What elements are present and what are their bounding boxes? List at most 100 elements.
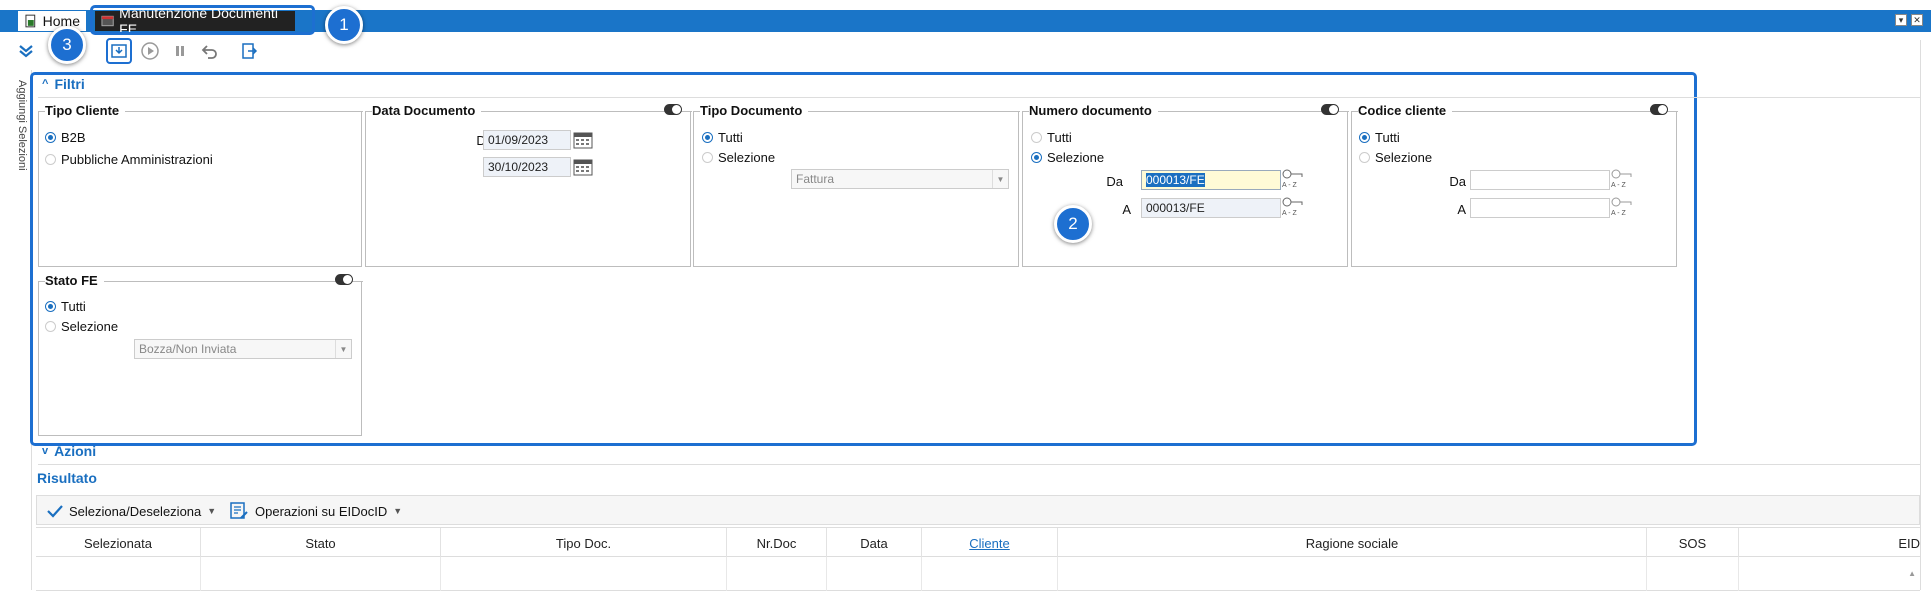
column-header-tipo-doc[interactable]: Tipo Doc. xyxy=(441,528,727,558)
az-lookup-icon[interactable]: A - Z xyxy=(1282,196,1304,218)
side-label-aggiungi-selezioni[interactable]: Aggiungi Selezioni xyxy=(12,80,28,171)
scroll-up-icon[interactable]: ▲ xyxy=(1908,569,1916,578)
operazioni-label: Operazioni su EIDocID xyxy=(255,503,388,519)
az-label: A - Z xyxy=(1282,210,1297,217)
az-lookup-icon[interactable]: A - Z xyxy=(1611,168,1633,190)
close-icon[interactable]: ✕ xyxy=(1911,14,1923,26)
az-label: A - Z xyxy=(1611,182,1626,189)
toggle-switch[interactable] xyxy=(664,104,682,115)
radio-selezione[interactable]: Selezione xyxy=(1359,150,1432,165)
radio-label: Selezione xyxy=(1047,150,1105,165)
tipo-documento-combo[interactable]: Fattura ▼ xyxy=(791,169,1009,189)
fieldset-numero-documento: Numero documento Tutti Selezione Da 0000… xyxy=(1022,103,1349,267)
radio-tutti[interactable]: Tutti xyxy=(45,299,86,314)
az-lookup-icon[interactable]: A - Z xyxy=(1282,168,1304,190)
column-header-ragione-sociale[interactable]: Ragione sociale xyxy=(1058,528,1647,558)
radio-tutti[interactable]: Tutti xyxy=(702,130,743,145)
table-cell xyxy=(441,557,727,591)
expand-chevrons-icon[interactable] xyxy=(15,40,37,62)
column-header-data[interactable]: Data xyxy=(827,528,922,558)
radio-tutti[interactable]: Tutti xyxy=(1359,130,1400,145)
radio-button[interactable] xyxy=(1031,152,1042,163)
calendar-icon[interactable] xyxy=(573,158,593,176)
filtri-header[interactable]: ^ Filtri xyxy=(42,76,85,92)
radio-label: B2B xyxy=(61,130,86,145)
column-header-sos[interactable]: SOS xyxy=(1647,528,1739,558)
radio-label: Selezione xyxy=(61,319,119,334)
stato-fe-combo[interactable]: Bozza/Non Inviata ▼ xyxy=(134,339,352,359)
radio-button[interactable] xyxy=(1359,152,1370,163)
chevron-down-icon[interactable]: ▼ xyxy=(207,506,216,516)
codice-da-input[interactable] xyxy=(1470,170,1610,190)
chevron-down-icon: v xyxy=(42,445,49,457)
toggle-switch[interactable] xyxy=(1650,104,1668,115)
chevron-down-icon[interactable]: ▼ xyxy=(393,506,402,516)
radio-tutti[interactable]: Tutti xyxy=(1031,130,1072,145)
risultato-header: Risultato xyxy=(37,470,97,486)
results-grid-body: ▲ xyxy=(36,557,1920,591)
minimize-icon[interactable]: ▾ xyxy=(1895,14,1907,26)
radio-pubbliche-amministrazioni[interactable]: Pubbliche Amministrazioni xyxy=(45,152,213,167)
da-label: Da xyxy=(1449,174,1466,189)
numero-da-input[interactable]: 000013/FE xyxy=(1141,170,1281,190)
table-cell xyxy=(922,557,1058,591)
radio-button[interactable] xyxy=(45,301,56,312)
callout-3: 3 xyxy=(48,26,86,64)
operazioni-eidocid-button[interactable]: Operazioni su EIDocID ▼ xyxy=(229,501,402,521)
table-cell xyxy=(201,557,441,591)
toggle-switch[interactable] xyxy=(335,274,353,285)
radio-selezione[interactable]: Selezione xyxy=(1031,150,1104,165)
selected-text: 000013/FE xyxy=(1146,173,1205,187)
radio-button[interactable] xyxy=(1031,132,1042,143)
play-icon[interactable] xyxy=(139,40,161,62)
radio-label: Tutti xyxy=(1047,130,1072,145)
numero-a-input[interactable]: 000013/FE xyxy=(1141,198,1281,218)
fieldset-codice-cliente: Codice cliente Tutti Selezione Da A - Z … xyxy=(1351,103,1678,267)
toggle-switch[interactable] xyxy=(1321,104,1339,115)
column-header-stato[interactable]: Stato xyxy=(201,528,441,558)
radio-label: Tutti xyxy=(718,130,743,145)
az-label: A - Z xyxy=(1611,210,1626,217)
column-header-cliente[interactable]: Cliente xyxy=(922,528,1058,558)
calendar-icon[interactable] xyxy=(573,131,593,149)
radio-button[interactable] xyxy=(702,132,713,143)
radio-label: Selezione xyxy=(1375,150,1433,165)
data-da-input[interactable]: 01/09/2023 xyxy=(483,130,571,150)
main-toolbar xyxy=(0,34,1931,68)
a-label: A xyxy=(1122,202,1131,217)
table-cell xyxy=(827,557,922,591)
radio-button[interactable] xyxy=(45,154,56,165)
radio-b2b[interactable]: B2B xyxy=(45,130,86,145)
radio-selezione[interactable]: Selezione xyxy=(45,319,118,334)
download-icon[interactable] xyxy=(106,38,132,64)
column-header-nr-doc[interactable]: Nr.Doc xyxy=(727,528,827,558)
table-cell xyxy=(1058,557,1647,591)
radio-label: Pubbliche Amministrazioni xyxy=(61,152,213,167)
divider xyxy=(38,464,1921,465)
column-header-eid[interactable]: EID xyxy=(1739,528,1920,558)
data-a-input[interactable]: 30/10/2023 xyxy=(483,157,571,177)
chevron-down-icon[interactable]: ▼ xyxy=(335,340,351,358)
radio-button[interactable] xyxy=(45,132,56,143)
codice-a-input[interactable] xyxy=(1470,198,1610,218)
results-toolbar: Seleziona/Deseleziona ▼ Operazioni su EI… xyxy=(36,495,1920,525)
edit-list-icon xyxy=(230,502,248,519)
chevron-up-icon: ^ xyxy=(42,78,49,90)
fieldset-stato-fe: Stato FE Tutti Selezione Bozza/Non Invia… xyxy=(38,273,363,436)
a-label: A xyxy=(1457,202,1466,217)
radio-selezione[interactable]: Selezione xyxy=(702,150,775,165)
table-cell xyxy=(36,557,201,591)
azioni-header[interactable]: v Azioni xyxy=(42,443,96,459)
undo-icon[interactable] xyxy=(199,40,221,62)
radio-button[interactable] xyxy=(1359,132,1370,143)
home-doc-icon xyxy=(25,14,36,28)
exit-icon[interactable] xyxy=(238,40,260,62)
column-header-selezionata[interactable]: Selezionata xyxy=(36,528,201,558)
pause-icon[interactable] xyxy=(169,40,191,62)
chevron-down-icon[interactable]: ▼ xyxy=(992,170,1008,188)
az-lookup-icon[interactable]: A - Z xyxy=(1611,196,1633,218)
radio-label: Tutti xyxy=(61,299,86,314)
radio-button[interactable] xyxy=(702,152,713,163)
seleziona-deseleziona-button[interactable]: Seleziona/Deseleziona ▼ xyxy=(47,501,216,521)
radio-button[interactable] xyxy=(45,321,56,332)
